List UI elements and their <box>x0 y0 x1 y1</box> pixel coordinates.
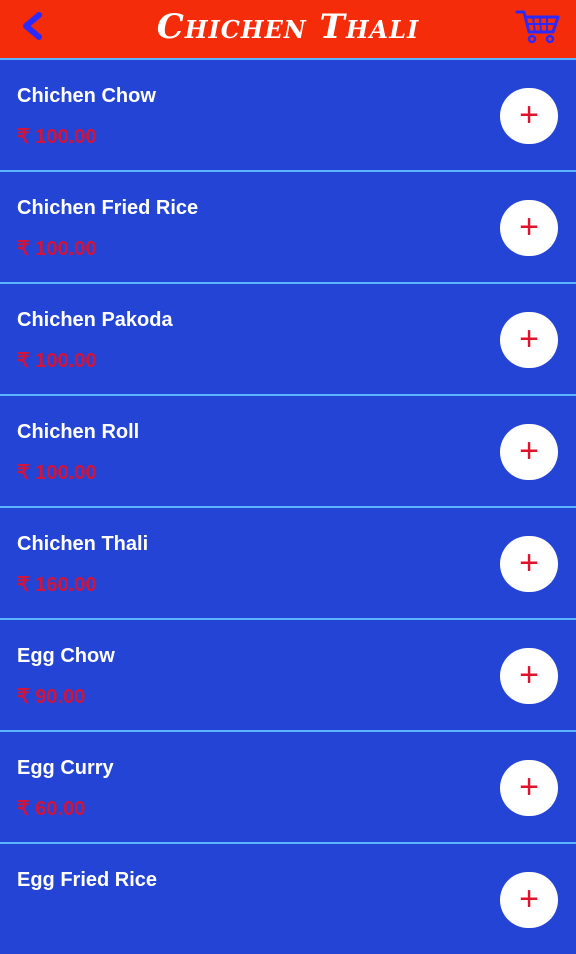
cart-icon <box>515 10 560 44</box>
plus-icon: + <box>519 767 539 806</box>
cart-button[interactable] <box>514 6 562 46</box>
plus-icon: + <box>519 207 539 246</box>
add-item-button[interactable]: + <box>500 312 558 368</box>
item-name: Chichen Fried Rice <box>17 197 199 219</box>
item-name: Egg Curry <box>17 757 114 779</box>
plus-icon: + <box>519 95 539 134</box>
menu-item-list: Chichen Chow ₹ 100.00 + Chichen Fried Ri… <box>0 58 576 954</box>
plus-icon: + <box>519 319 539 358</box>
app-header: Chichen Thali <box>0 0 576 58</box>
page-title: Chichen Thali <box>156 7 420 47</box>
list-item: Chichen Chow ₹ 100.00 + <box>0 58 576 170</box>
item-name: Chichen Thali <box>17 533 149 555</box>
add-item-button[interactable]: + <box>500 88 558 144</box>
item-price: ₹ 160.00 <box>17 574 97 596</box>
item-price: ₹ 100.00 <box>17 350 97 372</box>
plus-icon: + <box>519 543 539 582</box>
list-item: Egg Fried Rice + <box>0 842 576 954</box>
plus-icon: + <box>519 431 539 470</box>
list-item: Egg Curry ₹ 60.00 + <box>0 730 576 842</box>
item-price: ₹ 90.00 <box>17 686 86 708</box>
add-item-button[interactable]: + <box>500 200 558 256</box>
plus-icon: + <box>519 655 539 694</box>
add-item-button[interactable]: + <box>500 872 558 928</box>
item-price: ₹ 100.00 <box>17 462 97 484</box>
list-item: Egg Chow ₹ 90.00 + <box>0 618 576 730</box>
item-name: Chichen Pakoda <box>17 309 173 331</box>
list-item: Chichen Fried Rice ₹ 100.00 + <box>0 170 576 282</box>
back-button[interactable] <box>14 8 50 44</box>
add-item-button[interactable]: + <box>500 424 558 480</box>
item-price: ₹ 100.00 <box>17 238 97 260</box>
item-name: Egg Chow <box>17 645 115 667</box>
item-name: Egg Fried Rice <box>17 869 158 891</box>
add-item-button[interactable]: + <box>500 648 558 704</box>
list-item: Chichen Pakoda ₹ 100.00 + <box>0 282 576 394</box>
list-item: Chichen Thali ₹ 160.00 + <box>0 506 576 618</box>
item-name: Chichen Chow <box>17 85 156 107</box>
list-item: Chichen Roll ₹ 100.00 + <box>0 394 576 506</box>
chevron-left-icon <box>23 12 42 40</box>
add-item-button[interactable]: + <box>500 760 558 816</box>
item-name: Chichen Roll <box>17 421 140 443</box>
item-price: ₹ 100.00 <box>17 126 97 148</box>
add-item-button[interactable]: + <box>500 536 558 592</box>
plus-icon: + <box>519 879 539 918</box>
item-price: ₹ 60.00 <box>17 798 86 820</box>
